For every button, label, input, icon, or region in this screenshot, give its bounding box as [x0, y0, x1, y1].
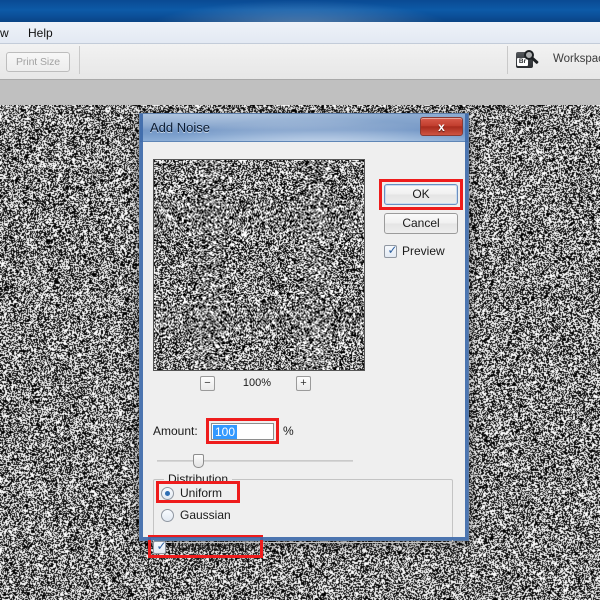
add-noise-dialog: Add Noise x − 100% + OK Cancel ✓ Preview… — [139, 113, 469, 558]
uniform-radio-label: Uniform — [180, 486, 223, 500]
preview-checkbox-box: ✓ — [384, 243, 398, 258]
check-icon: ✓ — [156, 539, 167, 553]
check-icon: ✓ — [387, 243, 398, 257]
dialog-title-bar[interactable]: Add Noise x — [140, 114, 468, 142]
amount-input-value: 100 — [213, 425, 238, 439]
ok-button[interactable]: OK — [384, 184, 458, 205]
preview-zoom-controls: − 100% + — [153, 376, 365, 394]
preview-thumbnail[interactable] — [153, 159, 365, 371]
slider-track — [157, 460, 353, 462]
aero-glow — [150, 0, 450, 22]
distribution-legend: Distribution — [164, 472, 233, 486]
gaussian-radio-circle — [161, 509, 174, 522]
menu-item-help[interactable]: Help — [22, 25, 59, 42]
close-button[interactable]: x — [420, 117, 463, 136]
preview-noise-canvas — [154, 160, 364, 370]
zoom-percent-label: 100% — [242, 377, 272, 389]
amount-unit-label: % — [283, 424, 294, 438]
radio-selected-dot — [165, 491, 170, 496]
options-separator-right — [507, 46, 508, 74]
menu-bar: w Help — [0, 22, 600, 44]
dialog-title: Add Noise — [150, 120, 210, 135]
print-size-button[interactable]: Print Size — [6, 52, 70, 72]
amount-label: Amount: — [153, 424, 198, 438]
menu-item-window-partial[interactable]: w — [0, 25, 15, 42]
monochromatic-checkbox-label: Monochromatic — [171, 540, 254, 554]
bridge-search-icon[interactable]: Br — [516, 50, 539, 71]
workspace-menu-label[interactable]: Workspac — [553, 53, 600, 65]
monochromatic-checkbox-box: ✓ — [153, 539, 167, 554]
gaussian-radio-label: Gaussian — [180, 508, 231, 522]
dialog-body: − 100% + OK Cancel ✓ Preview Amount: 100… — [143, 142, 465, 558]
zoom-out-button[interactable]: − — [200, 376, 215, 391]
amount-slider[interactable] — [157, 454, 353, 468]
os-title-bar — [0, 0, 600, 22]
slider-thumb[interactable] — [193, 454, 205, 468]
zoom-in-button[interactable]: + — [296, 376, 311, 391]
cancel-button[interactable]: Cancel — [384, 213, 458, 234]
preview-checkbox-label: Preview — [402, 244, 445, 258]
options-separator-left — [79, 46, 80, 74]
canvas-gutter — [0, 80, 600, 105]
uniform-radio-circle — [161, 487, 174, 500]
close-icon: x — [438, 120, 445, 134]
amount-input[interactable]: 100 — [211, 423, 274, 440]
options-bar: Print Size — [0, 44, 600, 80]
screen: w Help Print Size Br Workspac Add Noise … — [0, 0, 600, 600]
